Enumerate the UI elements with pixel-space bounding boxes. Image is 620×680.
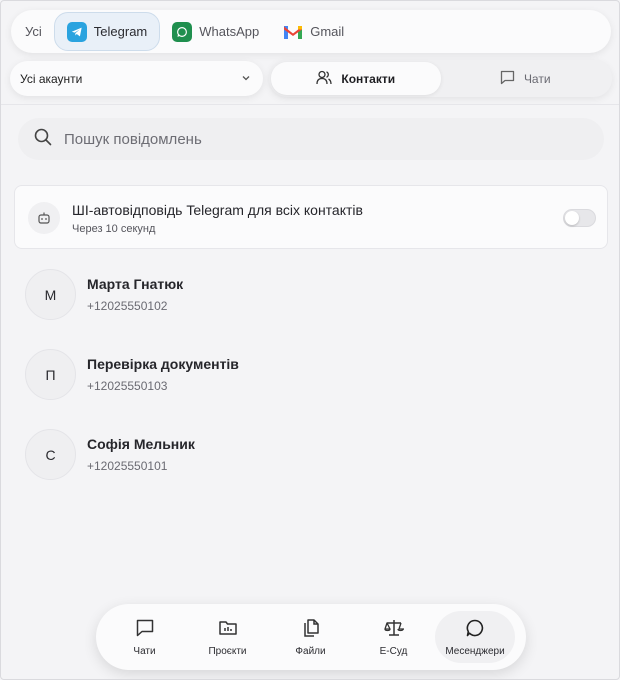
search-bar xyxy=(18,118,604,160)
avatar: П xyxy=(25,349,76,400)
files-icon xyxy=(301,618,321,641)
contact-phone: +12025550101 xyxy=(87,459,168,473)
avatar: М xyxy=(25,269,76,320)
contact-item[interactable]: М Марта Гнатюк +12025550102 xyxy=(25,269,585,321)
bot-icon xyxy=(28,202,60,234)
tab-whatsapp[interactable]: WhatsApp xyxy=(160,12,271,51)
chevron-down-icon xyxy=(241,72,251,86)
search-icon xyxy=(34,128,52,151)
segment-chats[interactable]: Чати xyxy=(441,62,611,95)
tab-gmail-label: Gmail xyxy=(310,24,345,39)
chat-icon xyxy=(135,618,155,641)
app-frame: Усі Telegram WhatsApp Gmail Усі акаунти … xyxy=(0,0,620,680)
contact-name: Марта Гнатюк xyxy=(87,276,184,292)
auto-reply-card: ШІ-автовідповідь Telegram для всіх конта… xyxy=(14,185,608,249)
whatsapp-icon xyxy=(172,21,193,42)
contact-name: Софія Мельник xyxy=(87,436,195,452)
auto-reply-title: ШІ-автовідповідь Telegram для всіх конта… xyxy=(72,202,363,218)
telegram-icon xyxy=(66,21,87,42)
message-circle-icon xyxy=(465,618,485,641)
nav-files[interactable]: Файли xyxy=(269,611,352,663)
contact-phone: +12025550103 xyxy=(87,379,168,393)
nav-e-court-label: Е-Суд xyxy=(379,645,408,657)
contact-name: Перевірка документів xyxy=(87,356,239,372)
nav-chats-label: Чати xyxy=(133,645,156,657)
nav-projects[interactable]: Проєкти xyxy=(186,611,269,663)
segment-contacts[interactable]: Контакти xyxy=(271,62,441,95)
tab-telegram-label: Telegram xyxy=(93,24,148,39)
gmail-icon xyxy=(283,22,303,42)
nav-messengers[interactable]: Месенджери xyxy=(435,611,515,663)
avatar: С xyxy=(25,429,76,480)
auto-reply-subtitle: Через 10 секунд xyxy=(72,223,156,235)
nav-projects-label: Проєкти xyxy=(208,645,247,657)
bottom-nav: Чати Проєкти Файли Е-Суд Месенджери xyxy=(96,604,526,670)
folder-chart-icon xyxy=(218,618,238,641)
platform-tabs: Усі Telegram WhatsApp Gmail xyxy=(11,10,611,53)
users-icon xyxy=(316,70,333,88)
tab-whatsapp-label: WhatsApp xyxy=(199,24,260,39)
chat-icon xyxy=(500,70,515,88)
contact-item[interactable]: П Перевірка документів +12025550103 xyxy=(25,349,585,401)
nav-chats[interactable]: Чати xyxy=(103,611,186,663)
toggle-knob xyxy=(565,211,579,225)
nav-files-label: Файли xyxy=(295,645,326,657)
segment-chats-label: Чати xyxy=(523,71,551,86)
nav-e-court[interactable]: Е-Суд xyxy=(352,611,435,663)
contact-item[interactable]: С Софія Мельник +12025550101 xyxy=(25,429,585,481)
account-select-value: Усі акаунти xyxy=(20,71,83,86)
tab-all[interactable]: Усі xyxy=(13,12,54,51)
account-select[interactable]: Усі акаунти xyxy=(10,61,263,96)
view-switcher: Контакти Чати xyxy=(269,60,612,97)
auto-reply-toggle[interactable] xyxy=(563,209,596,227)
tab-all-label: Усі xyxy=(25,24,42,39)
scales-icon xyxy=(383,618,404,641)
tab-telegram[interactable]: Telegram xyxy=(53,12,161,51)
header-divider xyxy=(1,104,619,105)
segment-contacts-label: Контакти xyxy=(341,71,396,86)
contact-phone: +12025550102 xyxy=(87,299,168,313)
tab-gmail[interactable]: Gmail xyxy=(271,12,356,51)
nav-messengers-label: Месенджери xyxy=(445,645,505,657)
search-input[interactable] xyxy=(64,130,564,148)
